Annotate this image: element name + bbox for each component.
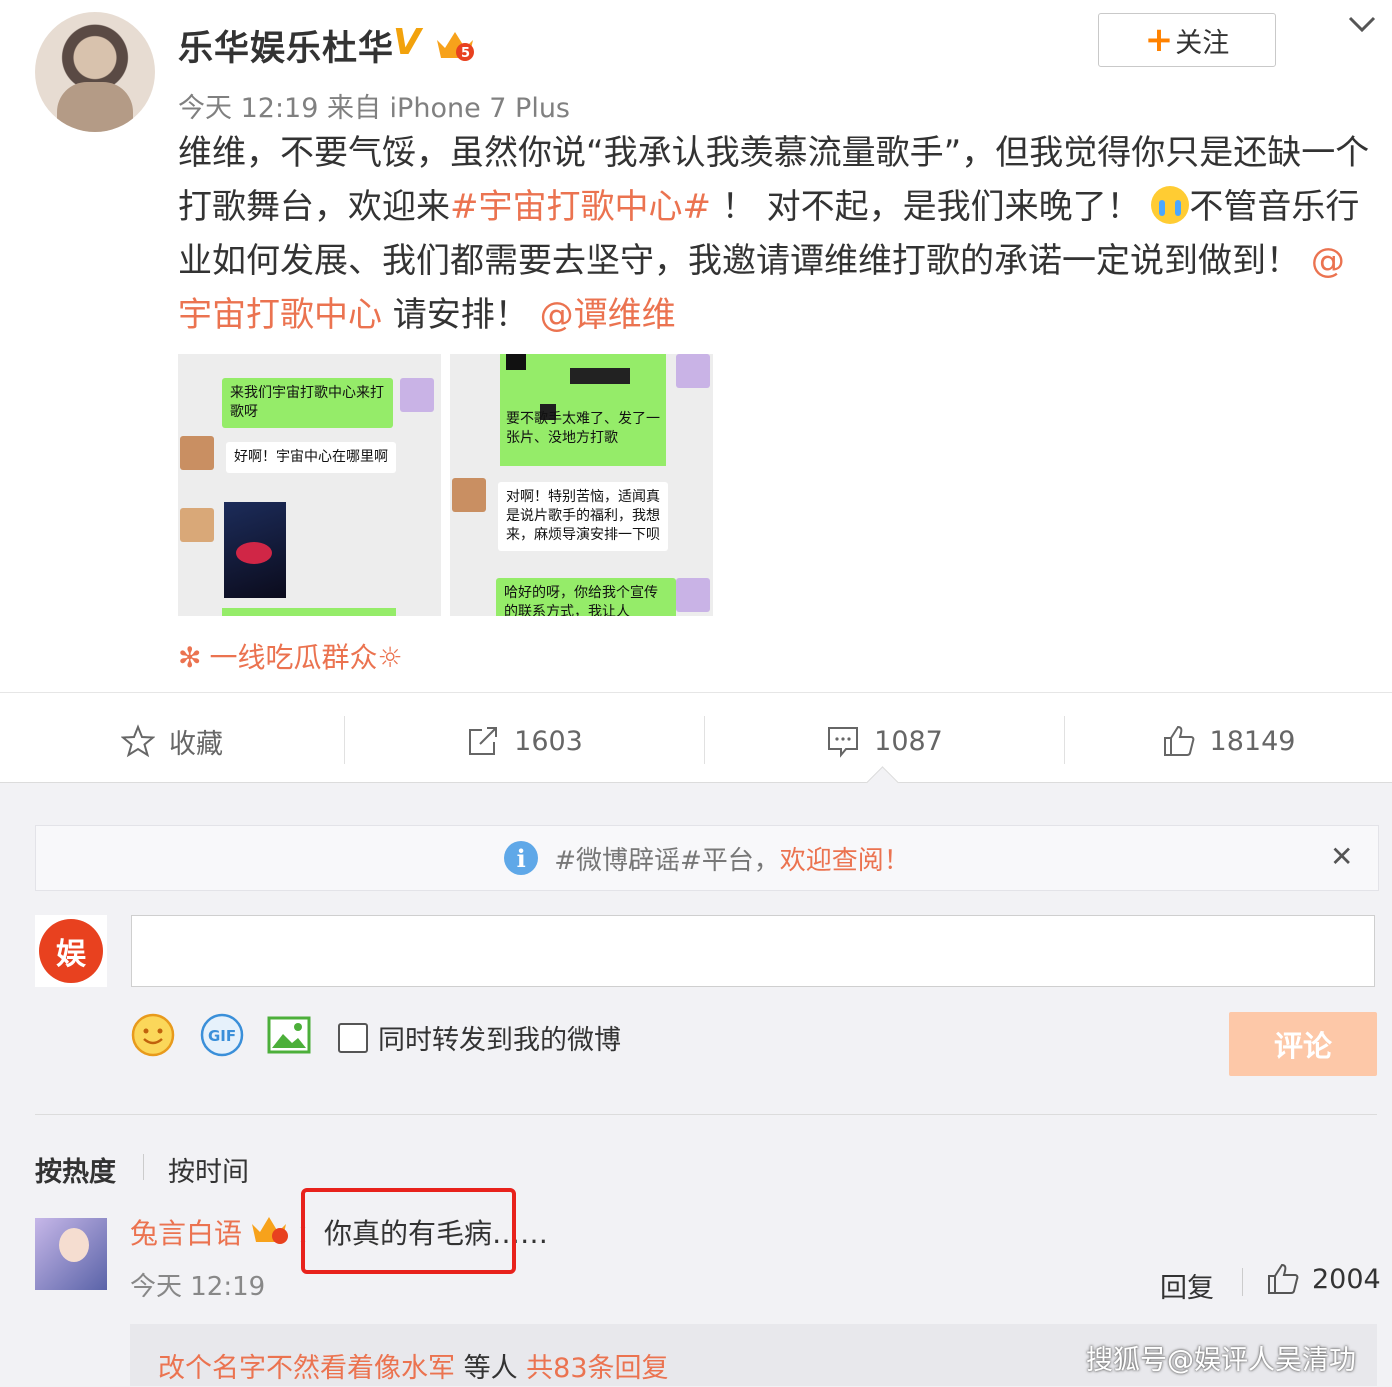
chat-avatar bbox=[180, 508, 214, 542]
gif-icon[interactable]: GIF bbox=[199, 1012, 245, 1058]
sun-icon: ☼ bbox=[377, 641, 403, 674]
author-name[interactable]: 乐华娱乐杜华 bbox=[178, 20, 394, 71]
emoji-icon[interactable] bbox=[130, 1012, 176, 1058]
post-text-4: 请安排！ bbox=[382, 295, 540, 335]
post-image-2[interactable]: 要不歌手太难了、发了一张片、没地方打歌 对啊！特别苦恼，适闻真是说片歌手的福利，… bbox=[450, 354, 713, 616]
star-icon bbox=[121, 724, 155, 758]
chat-avatar bbox=[676, 354, 710, 388]
post-body: 维维，不要气馁，虽然你说“我承认我羡慕流量歌手”，但我觉得你只是还缺一个打歌舞台… bbox=[178, 126, 1378, 342]
repost-count: 1603 bbox=[514, 725, 583, 757]
checkbox[interactable] bbox=[338, 1022, 368, 1053]
action-bar: 收藏 1603 1087 18149 bbox=[0, 700, 1392, 782]
flower-icon: ✻ bbox=[178, 641, 202, 674]
divider bbox=[143, 1154, 144, 1180]
chat-bubble-partial bbox=[222, 608, 396, 616]
crown-icon bbox=[252, 1217, 288, 1244]
author-avatar[interactable] bbox=[35, 12, 155, 132]
crown-icon: 5 bbox=[437, 32, 474, 61]
follow-label: 关注 bbox=[1175, 27, 1230, 59]
thumbs-up-icon bbox=[1268, 1263, 1299, 1294]
source-label: 一线吃瓜群众 bbox=[209, 641, 378, 674]
plus-icon: + bbox=[1144, 20, 1174, 60]
svg-text:GIF: GIF bbox=[208, 1027, 236, 1045]
rumor-notice-bar[interactable]: i #微博辟谣#平台， 欢迎查阅！ bbox=[35, 825, 1379, 891]
sub-replies-summary[interactable]: 改个名字不然看着像水军 等人 共83条回复 bbox=[158, 1346, 669, 1385]
chat-avatar bbox=[452, 478, 486, 512]
post-text-2: ！ 对不起，是我们来晚了！ bbox=[710, 187, 1141, 227]
user-avatar: 娱 bbox=[35, 915, 107, 987]
chat-bubble: 来我们宇宙打歌中心来打歌呀 bbox=[222, 378, 393, 428]
hashtag-link[interactable]: #宇宙打歌中心# bbox=[450, 187, 711, 227]
chat-image-thumbnail bbox=[224, 502, 286, 598]
highlight-box bbox=[301, 1188, 516, 1274]
mosaic-block bbox=[506, 354, 526, 370]
chat-avatar bbox=[180, 436, 214, 470]
notice-text: #微博辟谣#平台， bbox=[554, 845, 780, 876]
chat-avatar bbox=[676, 578, 710, 612]
comment-input[interactable] bbox=[131, 915, 1375, 987]
chevron-down-icon[interactable] bbox=[1346, 10, 1378, 38]
comment-count: 1087 bbox=[874, 725, 943, 757]
thumbs-up-icon bbox=[1163, 725, 1194, 756]
watermark: 搜狐号@娱评人吴清功 bbox=[1086, 1345, 1356, 1376]
sub-reply-user[interactable]: 改个名字不然看着像水军 bbox=[158, 1353, 455, 1384]
verified-badge: V bbox=[393, 22, 421, 63]
chat-bubble: 哈好的呀，你给我个宣传的联系方式，我让人 bbox=[496, 578, 676, 616]
like-count: 18149 bbox=[1209, 725, 1296, 757]
mention-link-2[interactable]: @谭维维 bbox=[540, 295, 676, 335]
close-icon[interactable]: ✕ bbox=[1330, 840, 1353, 873]
commenter-name[interactable]: 兔言白语 bbox=[130, 1212, 242, 1252]
sort-by-time-tab[interactable]: 按时间 bbox=[168, 1150, 249, 1189]
submit-comment-button[interactable]: 评论 bbox=[1229, 1012, 1377, 1076]
crying-emoji-icon bbox=[1151, 186, 1190, 224]
avatar-logo: 娱 bbox=[39, 919, 103, 983]
divider bbox=[35, 1114, 1377, 1115]
post-source-tag[interactable]: ✻ 一线吃瓜群众☼ bbox=[178, 636, 403, 676]
info-icon: i bbox=[504, 841, 539, 875]
sub-reply-middle: 等人 bbox=[455, 1353, 527, 1384]
divider bbox=[0, 692, 1392, 693]
repost-button[interactable]: 1603 bbox=[345, 700, 704, 782]
repost-icon bbox=[469, 727, 498, 755]
image-icon[interactable] bbox=[266, 1012, 312, 1058]
notice-link[interactable]: 欢迎查阅！ bbox=[780, 840, 910, 877]
chat-bubble: 对啊！特别苦恼，适闻真是说片歌手的福利，我想来，麻烦导演安排一下呗 bbox=[498, 482, 668, 551]
comment-icon bbox=[828, 727, 859, 758]
divider bbox=[1242, 1268, 1243, 1296]
repost-checkbox[interactable]: 同时转发到我的微博 bbox=[338, 1018, 621, 1057]
sort-by-hot-tab[interactable]: 按热度 bbox=[35, 1150, 116, 1189]
chat-avatar bbox=[400, 378, 434, 412]
follow-button[interactable]: + 关注 bbox=[1098, 13, 1276, 67]
mosaic-block bbox=[570, 368, 630, 384]
like-button[interactable]: 18149 bbox=[1065, 700, 1392, 782]
favorite-label: 收藏 bbox=[169, 728, 223, 760]
chat-bubble-text: 要不歌手太难了、发了一张片、没地方打歌 bbox=[506, 411, 660, 446]
favorite-button[interactable]: 收藏 bbox=[0, 700, 344, 782]
comment-like-count: 2004 bbox=[1312, 1263, 1381, 1295]
chat-bubble: 好啊！宇宙中心在哪里啊 bbox=[226, 442, 396, 473]
commenter-avatar[interactable] bbox=[35, 1218, 107, 1290]
comment-like-button[interactable]: 2004 bbox=[1266, 1262, 1381, 1296]
svg-text:5: 5 bbox=[461, 46, 470, 61]
post-image-1[interactable]: 来我们宇宙打歌中心来打歌呀 好啊！宇宙中心在哪里啊 bbox=[178, 354, 441, 616]
checkbox-label: 同时转发到我的微博 bbox=[378, 1025, 621, 1056]
reply-button[interactable]: 回复 bbox=[1160, 1266, 1214, 1305]
comment-time: 今天 12:19 bbox=[130, 1272, 266, 1302]
sub-reply-total[interactable]: 共83条回复 bbox=[526, 1353, 668, 1384]
post-meta: 今天 12:19 来自 iPhone 7 Plus bbox=[178, 93, 571, 124]
